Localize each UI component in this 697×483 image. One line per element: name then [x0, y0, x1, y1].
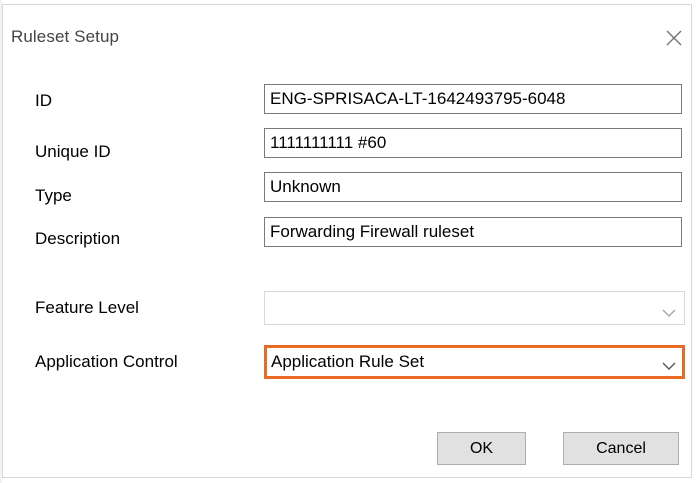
- type-label: Type: [35, 186, 72, 205]
- chevron-down-icon: [662, 303, 676, 317]
- chevron-down-icon: [662, 356, 676, 370]
- description-label: Description: [35, 229, 121, 248]
- feature-level-dropdown[interactable]: [264, 291, 685, 325]
- unique-id-label: Unique ID: [35, 142, 111, 161]
- description-field[interactable]: Forwarding Firewall ruleset: [264, 217, 682, 247]
- id-field[interactable]: ENG-SPRISACA-LT-1642493795-6048: [264, 84, 682, 114]
- application-control-dropdown[interactable]: Application Rule Set: [264, 345, 685, 379]
- close-icon[interactable]: [661, 25, 687, 51]
- unique-id-field[interactable]: 1111111111 #60: [264, 128, 682, 158]
- ok-button[interactable]: OK: [437, 432, 526, 465]
- type-field[interactable]: Unknown: [264, 172, 682, 202]
- cancel-button[interactable]: Cancel: [563, 432, 679, 465]
- dialog-title: Ruleset Setup: [11, 27, 120, 46]
- id-label: ID: [35, 91, 52, 110]
- application-control-value: Application Rule Set: [271, 352, 425, 371]
- feature-level-label: Feature Level: [35, 298, 139, 317]
- application-control-label: Application Control: [35, 352, 178, 371]
